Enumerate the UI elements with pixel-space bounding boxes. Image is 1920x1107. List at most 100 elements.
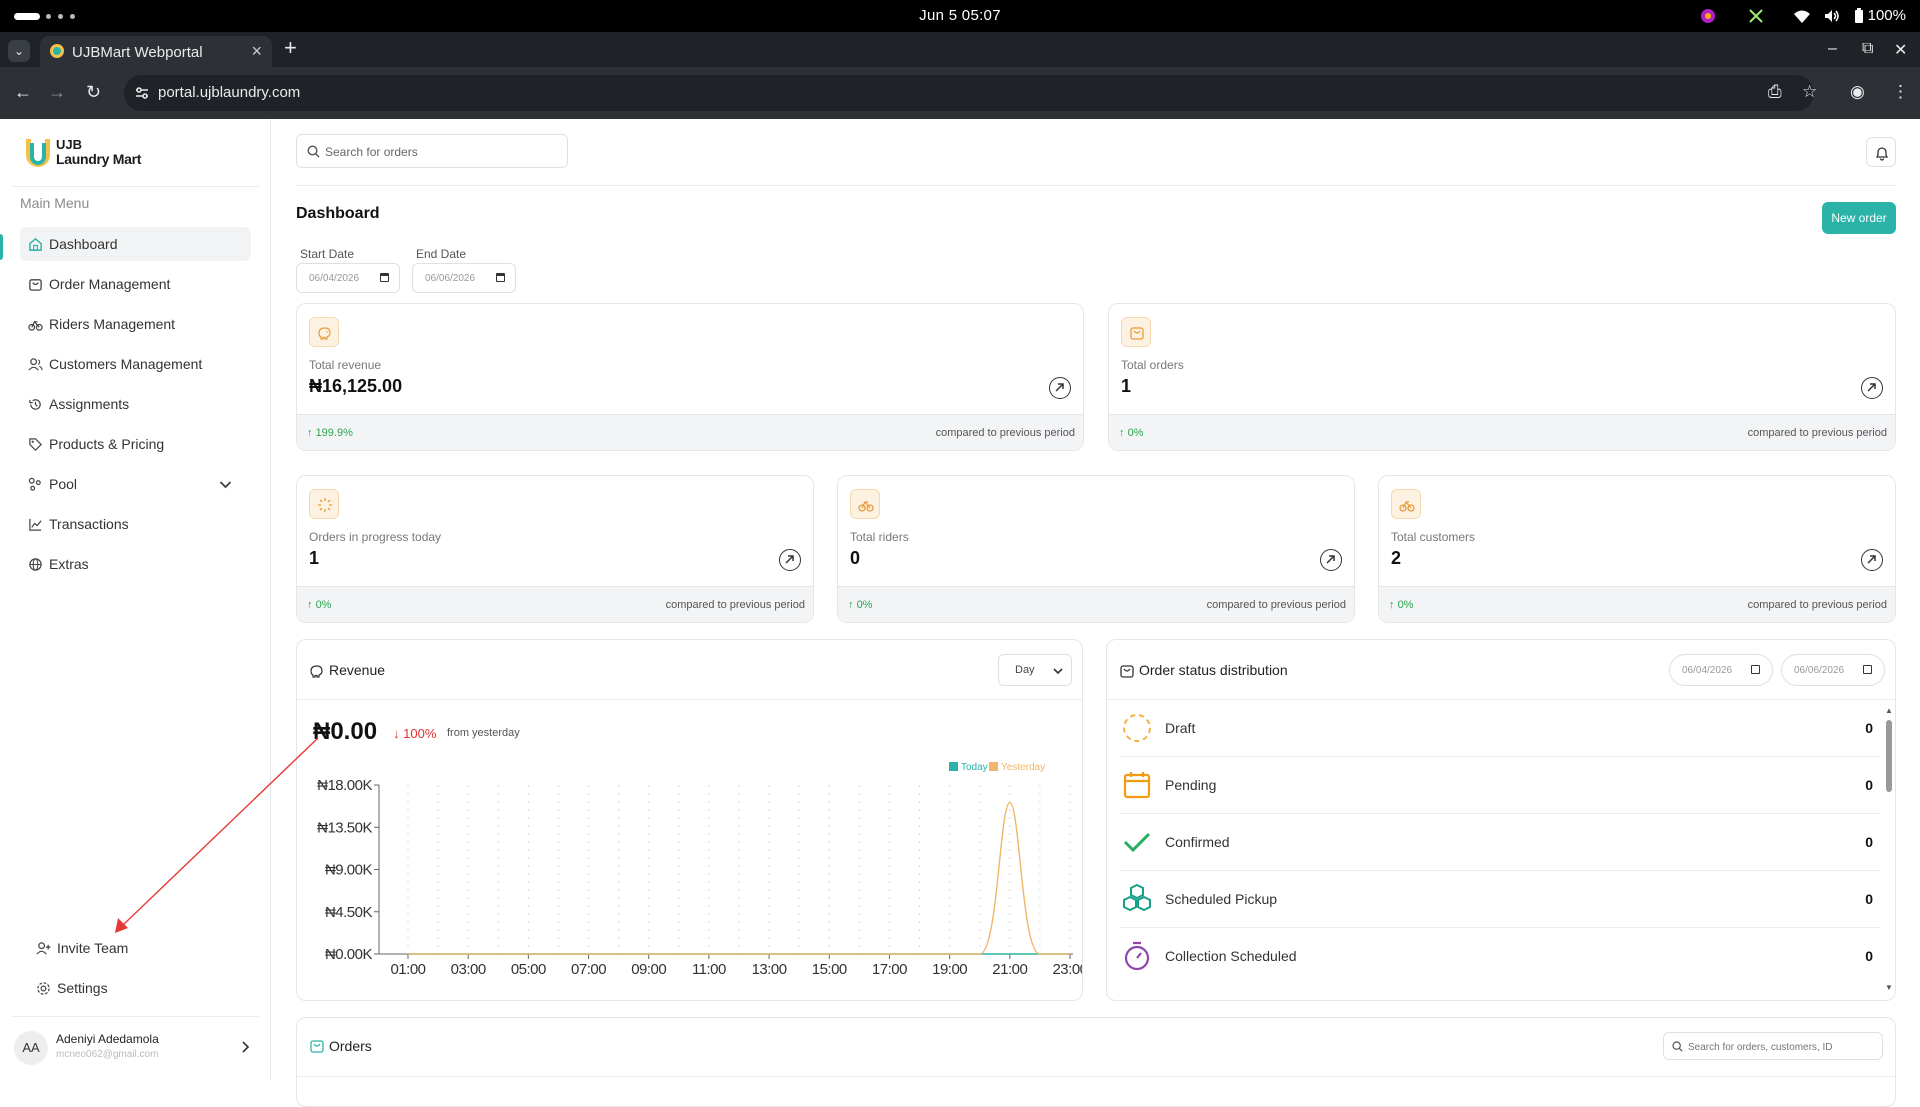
stat-value: 0 xyxy=(850,548,861,568)
users-icon xyxy=(28,357,43,371)
sidebar-item-pool[interactable]: Pool xyxy=(20,467,251,501)
sidebar-item-label: Order Management xyxy=(49,276,171,292)
x-tick-label: 13:00 xyxy=(752,961,787,978)
bag-icon xyxy=(29,278,42,291)
main-menu-title: Main Menu xyxy=(20,195,90,211)
sidebar-item-label: Products & Pricing xyxy=(49,436,165,452)
stat-value: 1 xyxy=(1121,376,1132,396)
app-indicator-icon[interactable] xyxy=(1700,8,1716,24)
sidebar-item-order-management[interactable]: Order Management xyxy=(20,267,251,301)
x-tick-label: 19:00 xyxy=(932,961,967,978)
stat-change: ↑ 0% xyxy=(307,599,332,611)
sidebar-item-label: Settings xyxy=(57,980,108,996)
profile-icon[interactable]: ◉ xyxy=(1850,82,1865,102)
forward-icon[interactable]: → xyxy=(48,82,66,103)
sidebar-item-riders-management[interactable]: Riders Management xyxy=(20,307,251,341)
orders-search-input[interactable] xyxy=(1688,1038,1878,1056)
end-date-label: End Date xyxy=(416,247,467,261)
calendar-icon[interactable] xyxy=(1751,665,1760,674)
notifications-button[interactable] xyxy=(1866,137,1896,167)
battery-icon[interactable] xyxy=(1853,8,1865,24)
open-detail-button[interactable] xyxy=(1861,549,1883,571)
stat-label: Total revenue xyxy=(309,358,382,372)
new-order-button[interactable]: New order xyxy=(1822,202,1896,234)
period-select[interactable]: Day xyxy=(998,654,1072,686)
status-row-scheduled-pickup[interactable]: Scheduled Pickup 0 xyxy=(1119,871,1879,928)
sidebar-item-invite-team[interactable]: Invite Team xyxy=(28,931,259,965)
wifi-icon[interactable] xyxy=(1793,8,1811,24)
user-email: mcneo062@gmail.com xyxy=(56,1049,159,1060)
user-name: Adeniyi Adedamola xyxy=(56,1032,159,1046)
user-profile[interactable]: AA Adeniyi Adedamola mcneo062@gmail.com xyxy=(14,1029,259,1069)
scroll-down-icon[interactable]: ▼ xyxy=(1885,983,1893,992)
end-date-input[interactable]: 06/06/2026 xyxy=(412,263,516,293)
scrollbar-thumb[interactable] xyxy=(1886,720,1892,792)
volume-icon[interactable] xyxy=(1823,8,1841,24)
status-end-date[interactable]: 06/06/2026 xyxy=(1781,654,1885,686)
divider xyxy=(297,1076,1895,1077)
calendar-icon[interactable] xyxy=(496,273,505,282)
back-icon[interactable]: ← xyxy=(14,82,32,103)
browser-tab[interactable]: UJBMart Webportal × xyxy=(40,36,272,67)
sidebar: UJB Laundry Mart Main Menu Dashboard Ord… xyxy=(0,119,271,1080)
system-clock[interactable]: Jun 5 05:07 xyxy=(0,7,1920,24)
start-date-input[interactable]: 06/04/2026 xyxy=(296,263,400,293)
network-app-icon[interactable] xyxy=(1748,8,1764,24)
stat-change: ↑ 0% xyxy=(1389,599,1414,611)
sidebar-item-extras[interactable]: Extras xyxy=(20,547,251,581)
brand-logo[interactable]: UJB Laundry Mart xyxy=(26,137,156,171)
main-content: Dashboard New order Start Date 06/04/202… xyxy=(272,119,1920,1107)
arrow-up-right-icon xyxy=(785,555,794,564)
calendar-icon[interactable] xyxy=(1863,665,1872,674)
sidebar-item-customers-management[interactable]: Customers Management xyxy=(20,347,251,381)
stat-label: Total riders xyxy=(850,530,909,544)
status-start-date[interactable]: 06/04/2026 xyxy=(1669,654,1773,686)
restore-icon[interactable]: ⧉ xyxy=(1862,40,1873,58)
stat-label: Total customers xyxy=(1391,530,1476,544)
new-tab-button[interactable]: + xyxy=(284,35,297,61)
status-label: Scheduled Pickup xyxy=(1165,891,1278,907)
revenue-amount: ₦0.00 xyxy=(313,718,378,745)
sidebar-item-assignments[interactable]: Assignments xyxy=(20,387,251,421)
orders-search[interactable] xyxy=(1663,1032,1883,1060)
legend-label: Yesterday xyxy=(1001,762,1046,773)
open-detail-button[interactable] xyxy=(1320,549,1342,571)
calendar-icon[interactable] xyxy=(380,273,389,282)
x-tick-label: 09:00 xyxy=(631,961,666,978)
chevron-down-icon[interactable] xyxy=(218,477,233,492)
bag-icon xyxy=(1120,665,1134,678)
scroll-up-icon[interactable]: ▲ xyxy=(1885,706,1893,715)
reload-icon[interactable]: ↻ xyxy=(86,82,101,103)
status-row-collection-scheduled[interactable]: Collection Scheduled 0 xyxy=(1119,928,1879,985)
chevron-right-icon[interactable] xyxy=(239,1039,251,1055)
stat-compare-text: compared to previous period xyxy=(1747,599,1887,611)
browser-menu-icon[interactable]: ⋮ xyxy=(1892,82,1909,102)
minimize-icon[interactable]: – xyxy=(1828,40,1837,58)
status-row-pending[interactable]: Pending 0 xyxy=(1119,757,1879,814)
open-detail-button[interactable] xyxy=(779,549,801,571)
legend-today[interactable]: Today xyxy=(949,762,988,773)
start-date-label: Start Date xyxy=(300,247,355,261)
scrollbar[interactable]: ▲ ▼ xyxy=(1885,706,1893,992)
tab-search-button[interactable]: ⌄ xyxy=(8,40,30,62)
legend-yesterday[interactable]: Yesterday xyxy=(989,762,1045,773)
sidebar-item-settings[interactable]: Settings xyxy=(28,971,259,1005)
address-bar[interactable]: portal.ujblaundry.com xyxy=(124,75,1814,111)
open-detail-button[interactable] xyxy=(1861,377,1883,399)
sidebar-item-transactions[interactable]: Transactions xyxy=(20,507,251,541)
status-row-draft[interactable]: Draft 0 xyxy=(1119,700,1879,757)
close-tab-icon[interactable]: × xyxy=(251,41,262,62)
install-app-icon[interactable]: ⎙ xyxy=(1768,82,1782,102)
order-search[interactable] xyxy=(296,134,568,168)
close-window-icon[interactable]: ✕ xyxy=(1894,40,1907,60)
sidebar-item-label: Transactions xyxy=(49,516,129,532)
sidebar-item-dashboard[interactable]: Dashboard xyxy=(20,227,251,261)
status-row-confirmed[interactable]: Confirmed 0 xyxy=(1119,814,1879,871)
draft-circle-icon xyxy=(1123,714,1151,742)
open-detail-button[interactable] xyxy=(1049,377,1071,399)
sidebar-item-products-pricing[interactable]: Products & Pricing xyxy=(20,427,251,461)
os-top-bar: Jun 5 05:07 100% xyxy=(0,0,1920,32)
bookmark-star-icon[interactable]: ☆ xyxy=(1802,82,1817,102)
site-info-icon[interactable] xyxy=(134,85,150,101)
search-input[interactable] xyxy=(325,141,555,163)
